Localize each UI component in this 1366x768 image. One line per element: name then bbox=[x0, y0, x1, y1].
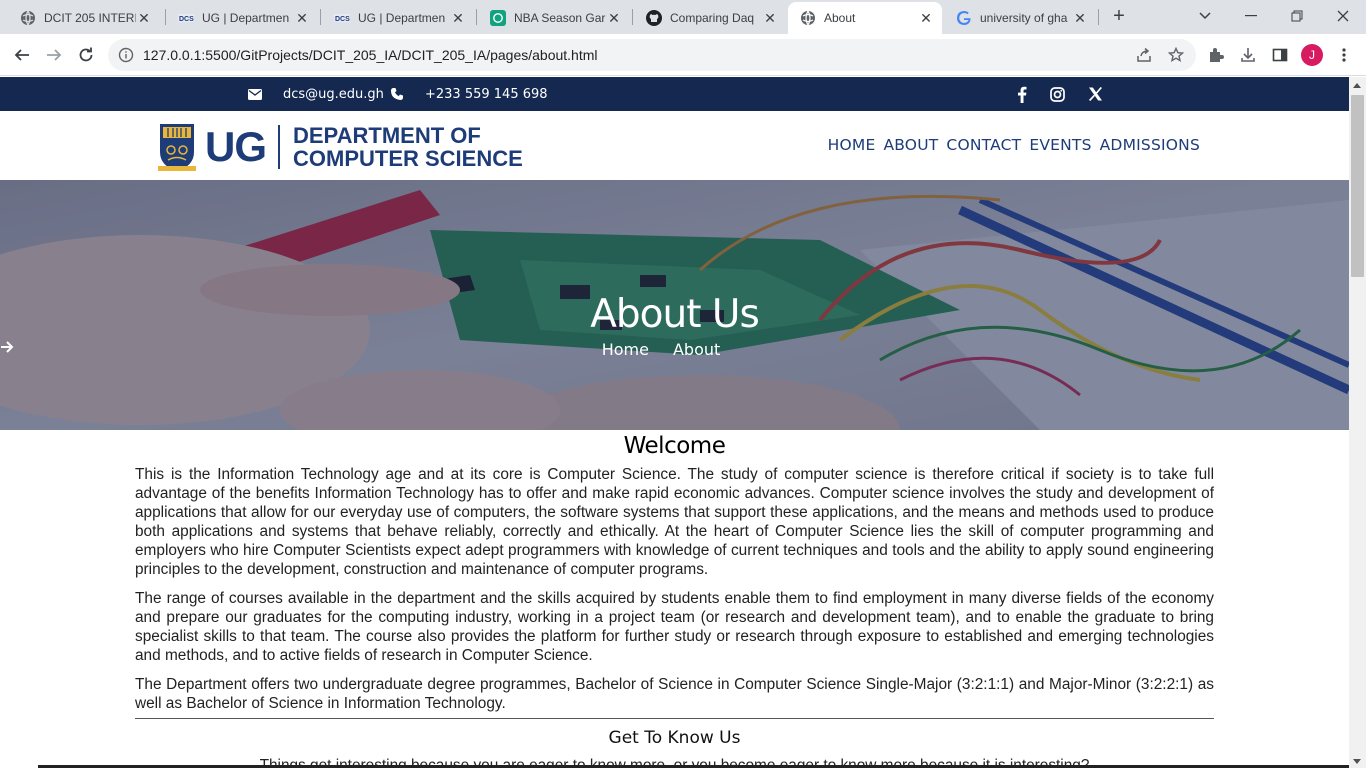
close-icon[interactable]: ✕ bbox=[450, 10, 466, 26]
tab-title: UG | Departmen bbox=[358, 11, 446, 25]
nav-home[interactable]: HOME bbox=[828, 136, 876, 154]
logo-ug-text: UG bbox=[205, 123, 267, 170]
restore-icon[interactable] bbox=[1284, 4, 1310, 28]
tab-title: DCIT 205 INTERI bbox=[44, 11, 136, 25]
close-icon[interactable]: ✕ bbox=[762, 10, 778, 26]
welcome-heading: Welcome bbox=[623, 433, 726, 459]
openai-icon bbox=[490, 10, 506, 26]
github-icon bbox=[646, 10, 662, 26]
tab-comparing-daq[interactable]: Comparing Daq ✕ bbox=[634, 2, 786, 34]
profile-avatar[interactable]: J bbox=[1301, 44, 1323, 66]
tab-ug-department-1[interactable]: DCS UG | Departmen ✕ bbox=[166, 2, 318, 34]
section-divider bbox=[135, 718, 1214, 719]
bookmark-star-icon[interactable] bbox=[1166, 45, 1186, 65]
minimize-icon[interactable] bbox=[1238, 4, 1264, 28]
tab-title: NBA Season Gar bbox=[514, 11, 606, 25]
tab-separator bbox=[1098, 9, 1099, 25]
get-to-know-us-heading: Get To Know Us bbox=[608, 728, 741, 748]
phone-contact[interactable]: +233 559 145 698 bbox=[389, 86, 548, 102]
scrollbar-thumb[interactable] bbox=[1351, 95, 1364, 277]
google-icon bbox=[956, 10, 972, 26]
contact-topbar: dcs@ug.edu.gh +233 559 145 698 bbox=[0, 77, 1349, 111]
tab-search-chevron-down-icon[interactable] bbox=[1192, 4, 1218, 28]
tab-separator bbox=[632, 9, 633, 25]
extensions-puzzle-icon[interactable] bbox=[1204, 43, 1228, 67]
svg-text:DCS: DCS bbox=[179, 16, 194, 23]
about-content: Welcome This is the Information Technolo… bbox=[135, 430, 1214, 768]
browser-tabstrip: DCIT 205 INTERI ✕ DCS UG | Departmen ✕ D… bbox=[0, 0, 1366, 34]
more-menu-icon[interactable] bbox=[1332, 43, 1356, 67]
email-contact[interactable]: dcs@ug.edu.gh bbox=[247, 86, 384, 102]
svg-text:DCS: DCS bbox=[335, 16, 350, 23]
instagram-icon[interactable] bbox=[1048, 85, 1066, 103]
tab-nba-season[interactable]: NBA Season Gar ✕ bbox=[478, 2, 630, 34]
main-nav: HOME ABOUT CONTACT EVENTS ADMISSIONS bbox=[820, 136, 1200, 154]
reload-icon[interactable] bbox=[74, 43, 98, 67]
ug-crest-icon bbox=[158, 124, 196, 171]
url-text[interactable]: 127.0.0.1:5500/GitProjects/DCIT_205_IA/D… bbox=[143, 47, 598, 63]
tab-separator bbox=[320, 9, 321, 25]
nav-admissions[interactable]: ADMISSIONS bbox=[1100, 136, 1200, 154]
globe-icon bbox=[800, 10, 816, 26]
email-text[interactable]: dcs@ug.edu.gh bbox=[283, 87, 384, 102]
intro-paragraph: This is the Information Technology age a… bbox=[135, 466, 1214, 578]
download-icon[interactable] bbox=[1236, 43, 1260, 67]
nav-contact[interactable]: CONTACT bbox=[946, 136, 1021, 154]
site-header: UG DEPARTMENT OF COMPUTER SCIENCE HOME A… bbox=[0, 111, 1349, 180]
phone-text[interactable]: +233 559 145 698 bbox=[425, 87, 548, 102]
window-close-icon[interactable] bbox=[1330, 4, 1356, 28]
scroll-up-arrow-icon[interactable] bbox=[1353, 83, 1361, 88]
tab-ug-department-2[interactable]: DCS UG | Departmen ✕ bbox=[322, 2, 474, 34]
page-viewport: dcs@ug.edu.gh +233 559 145 698 UG DEPART bbox=[0, 77, 1349, 768]
tab-title: university of gha bbox=[980, 11, 1068, 25]
close-icon[interactable]: ✕ bbox=[606, 10, 622, 26]
close-icon[interactable]: ✕ bbox=[1072, 10, 1088, 26]
new-tab-button[interactable]: + bbox=[1108, 6, 1130, 28]
side-panel-icon[interactable] bbox=[1268, 43, 1292, 67]
breadcrumb-current: About bbox=[672, 340, 721, 359]
breadcrumb: Home About bbox=[0, 340, 1322, 359]
tab-separator bbox=[476, 9, 477, 25]
nav-events[interactable]: EVENTS bbox=[1029, 136, 1091, 154]
share-icon[interactable] bbox=[1134, 45, 1154, 65]
logo-line-1: DEPARTMENT OF bbox=[293, 123, 481, 148]
breadcrumb-home[interactable]: Home bbox=[602, 340, 649, 359]
logo-divider bbox=[278, 125, 280, 169]
envelope-icon bbox=[247, 86, 263, 102]
phone-icon bbox=[389, 86, 405, 102]
close-icon[interactable]: ✕ bbox=[294, 10, 310, 26]
close-icon[interactable]: ✕ bbox=[136, 10, 152, 26]
tab-about[interactable]: About ✕ bbox=[788, 2, 942, 34]
tab-dcit-205[interactable]: DCIT 205 INTERI ✕ bbox=[8, 2, 160, 34]
globe-icon bbox=[20, 10, 36, 26]
courses-paragraph: The range of courses available in the de… bbox=[135, 590, 1214, 664]
tab-title: UG | Departmen bbox=[202, 11, 290, 25]
nav-about[interactable]: ABOUT bbox=[883, 136, 938, 154]
scroll-down-arrow-icon[interactable] bbox=[1353, 759, 1361, 764]
ug-favicon: DCS bbox=[178, 10, 194, 26]
site-info-icon[interactable] bbox=[118, 47, 134, 63]
tab-university-of-ghana[interactable]: university of gha ✕ bbox=[944, 2, 1096, 34]
tab-title: Comparing Daq bbox=[670, 11, 755, 25]
tab-title: About bbox=[824, 11, 856, 25]
ug-favicon: DCS bbox=[334, 10, 350, 26]
close-icon[interactable]: ✕ bbox=[918, 10, 934, 26]
page-title: About Us bbox=[590, 292, 760, 337]
department-logo[interactable]: UG DEPARTMENT OF COMPUTER SCIENCE bbox=[158, 121, 523, 173]
browser-toolbar: 127.0.0.1:5500/GitProjects/DCIT_205_IA/D… bbox=[0, 34, 1366, 76]
logo-department-text: DEPARTMENT OF COMPUTER SCIENCE bbox=[293, 124, 523, 170]
address-bar[interactable]: 127.0.0.1:5500/GitProjects/DCIT_205_IA/D… bbox=[108, 39, 1196, 71]
facebook-icon[interactable] bbox=[1013, 85, 1031, 103]
programmes-paragraph: The Department offers two undergraduate … bbox=[135, 676, 1214, 712]
x-twitter-icon[interactable] bbox=[1086, 85, 1104, 103]
forward-arrow-icon[interactable] bbox=[42, 43, 66, 67]
back-arrow-icon[interactable] bbox=[10, 43, 34, 67]
logo-line-2: COMPUTER SCIENCE bbox=[293, 146, 523, 171]
page-scrollbar[interactable] bbox=[1349, 77, 1366, 768]
hero-banner: About Us Home About bbox=[0, 180, 1349, 430]
